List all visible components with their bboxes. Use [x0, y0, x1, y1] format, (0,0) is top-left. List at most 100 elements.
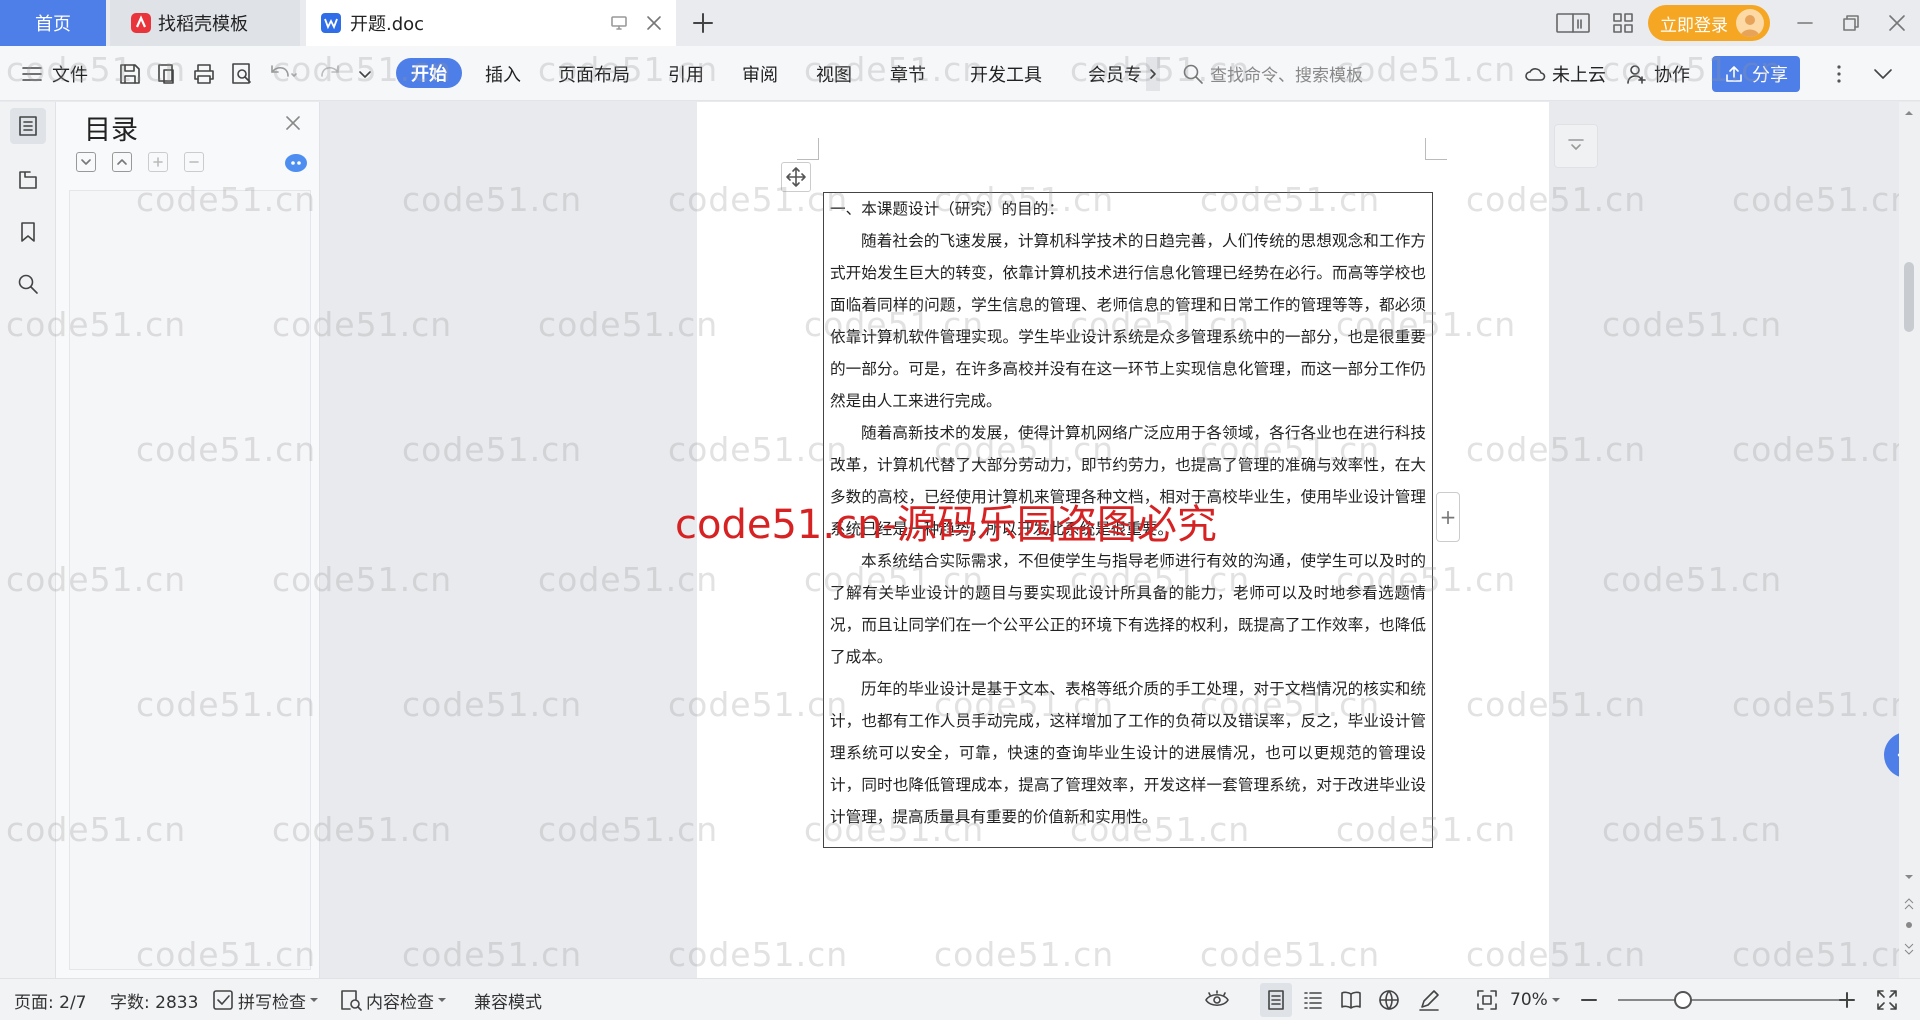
zoom-slider-handle[interactable] — [1674, 991, 1692, 1009]
ribbon-tab-member[interactable]: 会员专 — [1088, 46, 1160, 101]
expand-all-icon[interactable] — [76, 152, 96, 172]
vertical-scrollbar[interactable] — [1899, 102, 1920, 978]
outline-view-icon[interactable] — [1302, 979, 1324, 1020]
chapter-nav-icon[interactable] — [10, 162, 46, 198]
undo-icon[interactable] — [268, 46, 298, 101]
reading-view-icon[interactable] — [1340, 979, 1362, 1020]
export-pdf-icon[interactable] — [156, 46, 180, 101]
content-check-button[interactable]: 内容检查 — [340, 979, 446, 1020]
print-icon[interactable] — [192, 46, 216, 101]
tab-document[interactable]: 开题.doc — [306, 0, 676, 46]
hamburger-icon — [22, 66, 42, 82]
ribbon-tab-developer[interactable]: 开发工具 — [970, 46, 1042, 101]
avatar-icon — [1736, 9, 1764, 37]
ribbon-tab-developer-label: 开发工具 — [970, 64, 1042, 86]
file-menu-button[interactable]: 文件 — [22, 46, 88, 101]
ribbon-tab-insert-label: 插入 — [485, 64, 521, 86]
bookmark-icon[interactable] — [10, 214, 46, 250]
content-check-icon — [340, 989, 362, 1011]
move-handle-icon[interactable] — [781, 162, 811, 192]
next-page-icon[interactable] — [1904, 942, 1914, 956]
close-tab-icon[interactable] — [646, 15, 662, 31]
ribbon-tab-section[interactable]: 章节 — [890, 46, 926, 101]
fullscreen-icon[interactable] — [1876, 979, 1898, 1020]
cloud-status-button[interactable]: 未上云 — [1524, 46, 1606, 101]
fold-panel-icon[interactable] — [1554, 124, 1598, 168]
word-count[interactable]: 字数: 2833 — [110, 979, 198, 1020]
fit-page-icon[interactable] — [1476, 979, 1498, 1020]
doc-heading: 一、本课题设计（研究）的目的： — [830, 200, 1064, 218]
side-panel-toggle[interactable] — [1884, 732, 1899, 778]
print-preview-icon[interactable] — [230, 46, 254, 101]
spell-check-button[interactable]: 拼写检查 — [212, 979, 318, 1020]
zoom-in-icon[interactable] — [1838, 979, 1856, 1020]
collapse-ribbon-icon[interactable] — [1872, 46, 1894, 101]
scroll-down-icon[interactable] — [1904, 872, 1914, 882]
apps-grid-icon[interactable] — [1612, 12, 1634, 34]
ribbon-tab-layout-label: 页面布局 — [558, 64, 630, 86]
eye-protection-icon[interactable] — [1204, 979, 1230, 1020]
ribbon-tab-insert[interactable]: 插入 — [485, 46, 521, 101]
ribbon-tab-start-label: 开始 — [411, 64, 447, 85]
toc-list — [69, 190, 311, 970]
tab-document-label: 开题.doc — [350, 14, 425, 35]
crop-mark — [1425, 138, 1447, 160]
zoom-out-icon[interactable] — [1580, 979, 1598, 1020]
tab-template[interactable]: 找稻壳模板 — [110, 0, 300, 46]
command-search[interactable]: 查找命令、搜索模板 — [1182, 46, 1363, 101]
toc-nav-icon[interactable] — [10, 108, 46, 144]
spell-check-icon — [212, 989, 234, 1011]
find-icon[interactable] — [10, 266, 46, 302]
share-icon — [1724, 64, 1744, 84]
share-button[interactable]: 分享 — [1712, 56, 1800, 92]
dropdown-caret-icon — [1551, 996, 1560, 1004]
ribbon-tab-references[interactable]: 引用 — [668, 46, 704, 101]
save-icon[interactable] — [118, 46, 142, 101]
search-icon — [1182, 63, 1204, 85]
write-mode-icon[interactable] — [1418, 979, 1440, 1020]
ribbon-tab-layout[interactable]: 页面布局 — [558, 46, 630, 101]
restore-icon[interactable] — [1842, 14, 1860, 32]
ribbon-tab-review-label: 审阅 — [742, 64, 778, 86]
redo-icon[interactable] — [318, 46, 342, 101]
main-toolbar: 文件 开始 插入 页面布局 引用 审阅 视图 章节 开发工具 会员专 查找命令、… — [0, 46, 1920, 101]
cloud-status-label: 未上云 — [1552, 64, 1606, 86]
window-layout-icon[interactable] — [1556, 12, 1590, 34]
add-element-icon[interactable]: + — [1436, 492, 1460, 542]
ribbon-tab-start[interactable]: 开始 — [396, 58, 462, 88]
smart-toc-icon[interactable] — [285, 154, 307, 172]
select-browse-icon[interactable] — [1904, 920, 1914, 930]
collapse-all-icon[interactable] — [112, 152, 132, 172]
tab-home[interactable]: 首页 — [0, 0, 106, 46]
web-view-icon[interactable] — [1378, 979, 1400, 1020]
ribbon-tab-view[interactable]: 视图 — [816, 46, 852, 101]
toc-close-icon[interactable] — [284, 114, 302, 132]
left-navigation — [0, 102, 56, 978]
add-heading-icon[interactable] — [148, 152, 168, 172]
remove-heading-icon[interactable] — [184, 152, 204, 172]
dropdown-caret-icon — [310, 996, 318, 1004]
minimize-icon[interactable] — [1796, 14, 1814, 32]
chevron-right-icon[interactable] — [1146, 56, 1160, 91]
prev-page-icon[interactable] — [1904, 897, 1914, 911]
file-menu-label: 文件 — [52, 64, 88, 86]
doc-paragraph: 随着社会的飞速发展，计算机科学技术的日趋完善，人们传统的思想观念和工作方式开始发… — [830, 232, 1426, 410]
new-tab-icon[interactable] — [690, 10, 716, 36]
collaborate-icon — [1626, 63, 1648, 85]
scroll-up-icon[interactable] — [1904, 108, 1914, 118]
command-search-placeholder: 查找命令、搜索模板 — [1210, 66, 1363, 86]
ribbon-tab-review[interactable]: 审阅 — [742, 46, 778, 101]
zoom-slider[interactable] — [1618, 999, 1848, 1001]
login-button[interactable]: 立即登录 — [1648, 5, 1770, 41]
close-window-icon[interactable] — [1888, 14, 1906, 32]
doc-paragraph: 历年的毕业设计是基于文本、表格等纸介质的手工处理，对于文档情况的核实和统计，也都… — [830, 680, 1426, 826]
page-indicator[interactable]: 页面: 2/7 — [14, 979, 87, 1020]
collaborate-button[interactable]: 协作 — [1626, 46, 1690, 101]
share-label: 分享 — [1752, 65, 1788, 86]
monitor-icon[interactable] — [610, 14, 628, 32]
page-view-icon[interactable] — [1260, 983, 1292, 1017]
more-options-icon[interactable] — [1836, 46, 1842, 101]
zoom-level-dropdown[interactable]: 70% — [1510, 979, 1560, 1020]
scrollbar-thumb[interactable] — [1904, 262, 1914, 332]
more-dropdown-icon[interactable] — [356, 46, 374, 101]
